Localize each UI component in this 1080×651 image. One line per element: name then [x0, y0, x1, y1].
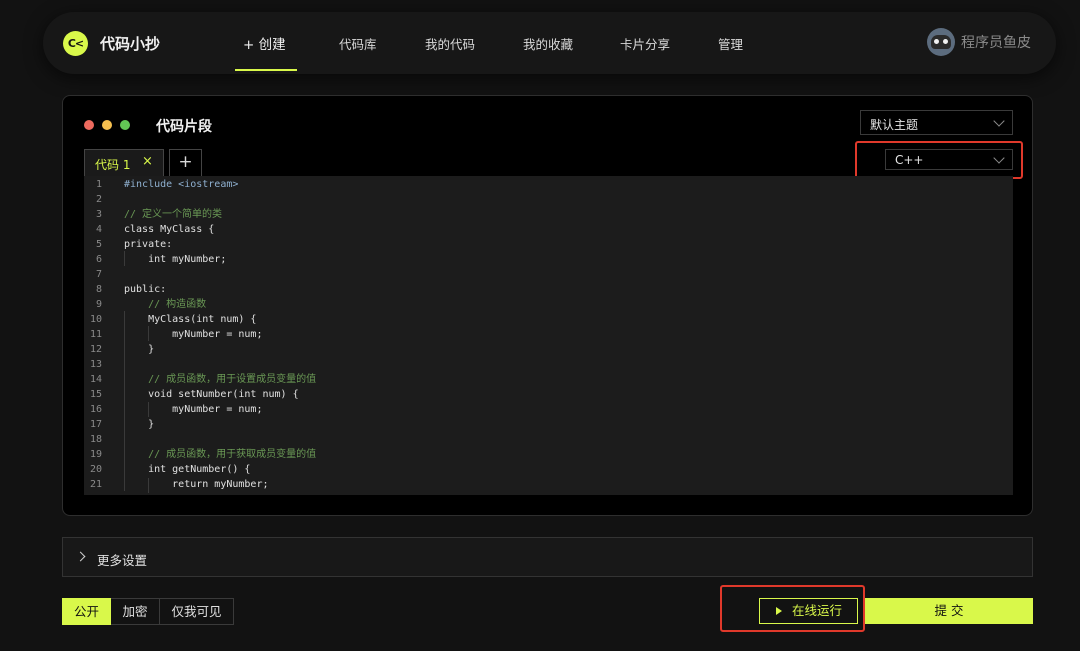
username: 程序员鱼皮	[961, 35, 1031, 51]
line-number: 9	[95, 299, 102, 310]
line-code: void setNumber(int num) {	[124, 389, 299, 400]
avatar-icon	[927, 28, 955, 56]
active-nav-indicator	[235, 69, 297, 71]
code-editor[interactable]: 1 #include <iostream> 2 3 // 定义一个简单的类 4 class …	[84, 176, 1013, 495]
line-number: 14	[89, 374, 102, 385]
line-code: // 成员函数，用于设置成员变量的值	[124, 374, 317, 385]
nav-manage[interactable]: 管理	[718, 34, 743, 53]
tab-label: 代码 1	[95, 158, 131, 172]
close-icon[interactable]: ×	[142, 154, 153, 169]
user-menu[interactable]: 程序员鱼皮	[927, 28, 1031, 56]
language-select[interactable]: C++	[885, 149, 1013, 170]
line-number: 3	[95, 209, 102, 220]
line-number: 10	[89, 314, 102, 325]
nav-code-library[interactable]: 代码库	[339, 34, 377, 53]
window-minimize-dot	[102, 120, 112, 130]
card-title: 代码片段	[156, 119, 212, 135]
chevron-down-icon	[993, 115, 1005, 127]
line-number: 4	[95, 224, 102, 235]
tab-code-1[interactable]: 代码 1 ×	[84, 149, 164, 176]
line-number: 8	[95, 284, 102, 295]
code-snippet-card: 代码片段 默认主题 C++ 代码 1 × + 1 #include <iostre…	[62, 95, 1033, 516]
line-code: int myNumber;	[124, 254, 227, 265]
line-number: 5	[95, 239, 102, 250]
line-code: private:	[124, 239, 173, 250]
line-code: #include <iostream>	[124, 179, 239, 190]
play-icon	[776, 607, 782, 615]
logo-icon: C<	[63, 31, 88, 56]
chevron-right-icon	[75, 551, 86, 562]
line-number: 16	[89, 404, 102, 415]
line-code: int getNumber() {	[124, 464, 251, 475]
more-settings-label: 更多设置	[97, 553, 148, 568]
line-number: 20	[89, 464, 102, 475]
app-name: 代码小抄	[100, 35, 161, 53]
line-code: return myNumber;	[124, 479, 269, 490]
line-code: myNumber = num;	[124, 329, 263, 340]
line-number: 13	[89, 359, 102, 370]
window-close-dot	[84, 120, 94, 130]
line-number: 6	[95, 254, 102, 265]
visibility-toggle: 公开 加密 仅我可见	[62, 598, 234, 625]
window-maximize-dot	[120, 120, 130, 130]
line-number: 12	[89, 344, 102, 355]
line-code: // 构造函数	[124, 299, 207, 310]
more-settings-panel[interactable]: 更多设置	[62, 537, 1033, 577]
language-select-value: C++	[895, 153, 924, 167]
visibility-private[interactable]: 仅我可见	[160, 598, 234, 625]
visibility-public[interactable]: 公开	[62, 598, 111, 625]
theme-select-value: 默认主题	[870, 118, 919, 132]
nav-card-share[interactable]: 卡片分享	[620, 34, 670, 53]
line-code: myNumber = num;	[124, 404, 263, 415]
line-code: }	[124, 419, 155, 430]
line-number: 18	[89, 434, 102, 445]
line-code: // 定义一个简单的类	[124, 209, 223, 220]
line-code: MyClass(int num) {	[124, 314, 257, 325]
line-code: class MyClass {	[124, 224, 215, 235]
line-code: }	[124, 344, 155, 355]
line-number: 2	[95, 194, 102, 205]
line-number: 11	[89, 329, 102, 340]
nav-my-favorites[interactable]: 我的收藏	[523, 34, 573, 53]
line-number: 1	[95, 179, 102, 190]
line-number: 17	[89, 419, 102, 430]
submit-button[interactable]: 提 交	[865, 598, 1033, 624]
run-online-label: 在线运行	[792, 603, 843, 618]
nav-create[interactable]: + 创建	[243, 33, 286, 53]
visibility-encrypted[interactable]: 加密	[111, 598, 160, 625]
logo[interactable]: C< 代码小抄	[63, 31, 160, 56]
run-online-button[interactable]: 在线运行	[759, 598, 858, 624]
line-code: // 成员函数，用于获取成员变量的值	[124, 449, 317, 460]
line-number: 21	[89, 479, 102, 490]
nav-my-code[interactable]: 我的代码	[425, 34, 475, 53]
top-nav: C< 代码小抄 + 创建 代码库 我的代码 我的收藏 卡片分享 管理 程序员鱼皮	[43, 12, 1056, 74]
line-number: 15	[89, 389, 102, 400]
theme-select[interactable]: 默认主题	[860, 110, 1013, 135]
line-number: 19	[89, 449, 102, 460]
add-tab-button[interactable]: +	[169, 149, 202, 176]
chevron-down-icon	[993, 152, 1005, 164]
line-code: public:	[124, 284, 167, 295]
line-number: 7	[95, 269, 102, 280]
